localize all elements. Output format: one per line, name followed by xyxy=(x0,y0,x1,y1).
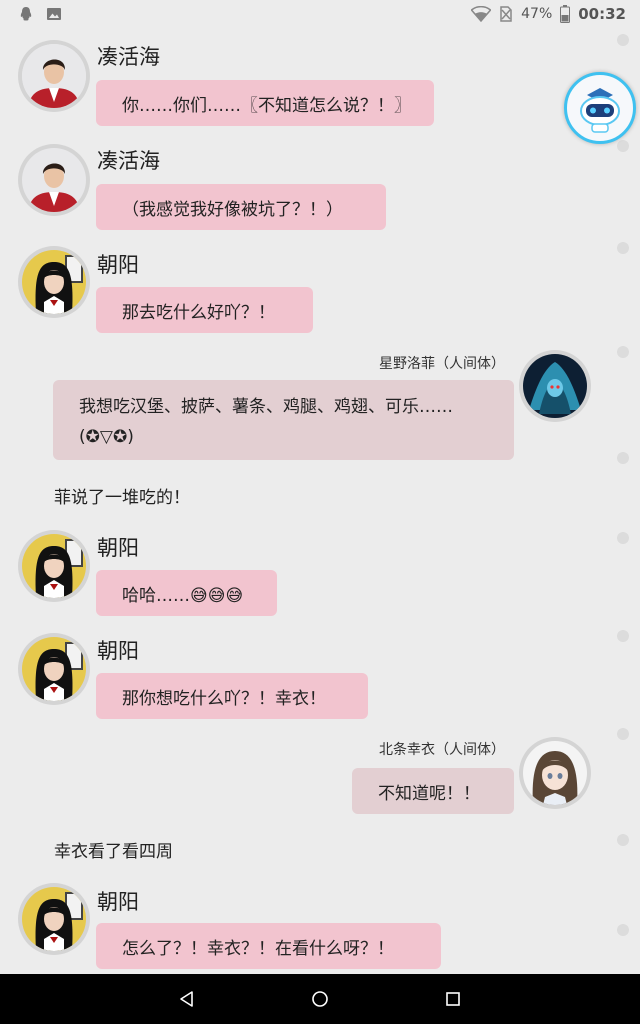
message-bubble[interactable]: （我感觉我好像被坑了？！） xyxy=(96,184,386,230)
message-bubble[interactable]: 哈哈……😅😅😅 xyxy=(96,570,277,616)
avatar-chaoyang[interactable] xyxy=(18,883,90,955)
sender-name: 凑活海 xyxy=(97,149,160,173)
avatar-couhuohai[interactable] xyxy=(18,40,90,112)
message-bubble[interactable]: 那去吃什么好吖？！ xyxy=(96,287,313,333)
home-button[interactable] xyxy=(300,979,340,1019)
wifi-icon xyxy=(471,6,492,22)
sender-name: 朝阳 xyxy=(97,536,139,560)
home-icon xyxy=(312,991,328,1007)
avatar-chaoyang[interactable] xyxy=(18,633,90,705)
avatar-beitiao-xingyi[interactable] xyxy=(519,737,591,809)
avatar-chaoyang[interactable] xyxy=(18,530,90,602)
qq-icon xyxy=(20,7,32,21)
robot-icon xyxy=(580,88,620,133)
robot-assistant-button[interactable] xyxy=(564,72,636,144)
message-bubble[interactable]: 怎么了？！幸衣？！在看什么呀？！ xyxy=(96,923,441,969)
back-button[interactable] xyxy=(167,979,207,1019)
avatar-couhuohai[interactable] xyxy=(18,144,90,216)
message-bubble[interactable]: 不知道呢！！ xyxy=(352,768,514,814)
battery-percent: 47% xyxy=(521,6,553,22)
narration-text: 幸衣看了看四周 xyxy=(54,842,173,862)
battery-icon xyxy=(560,5,571,23)
status-bar: 47% 00:32 xyxy=(0,0,640,28)
back-icon xyxy=(179,991,193,1007)
sender-name: 朝阳 xyxy=(97,890,139,914)
narration-text: 菲说了一堆吃的！ xyxy=(54,488,190,508)
navigation-bar xyxy=(0,974,640,1024)
chat-list[interactable]: 凑活海 你……你们……〖不知道怎么说？！〗 凑活海 （我感觉我好像被坑了？！） xyxy=(0,28,640,974)
gallery-icon xyxy=(47,8,61,20)
clock: 00:32 xyxy=(578,5,626,23)
no-sim-icon xyxy=(500,6,512,22)
sender-name: 北条幸衣（人间体） xyxy=(379,742,505,758)
message-bubble[interactable]: 那你想吃什么吖？！幸衣！ xyxy=(96,673,368,719)
message-bubble[interactable]: 我想吃汉堡、披萨、薯条、鸡腿、鸡翅、可乐……(✪▽✪) xyxy=(53,380,514,460)
sender-name: 朝阳 xyxy=(97,253,139,277)
avatar-xingye-luofei[interactable] xyxy=(519,350,591,422)
avatar-chaoyang[interactable] xyxy=(18,246,90,318)
message-bubble[interactable]: 你……你们……〖不知道怎么说？！〗 xyxy=(96,80,434,126)
sender-name: 凑活海 xyxy=(97,45,160,69)
sender-name: 朝阳 xyxy=(97,639,139,663)
sender-name: 星野洛菲（人间体） xyxy=(379,356,505,372)
recents-icon xyxy=(446,992,461,1006)
scroll-indicator xyxy=(614,28,632,974)
recents-button[interactable] xyxy=(433,979,473,1019)
